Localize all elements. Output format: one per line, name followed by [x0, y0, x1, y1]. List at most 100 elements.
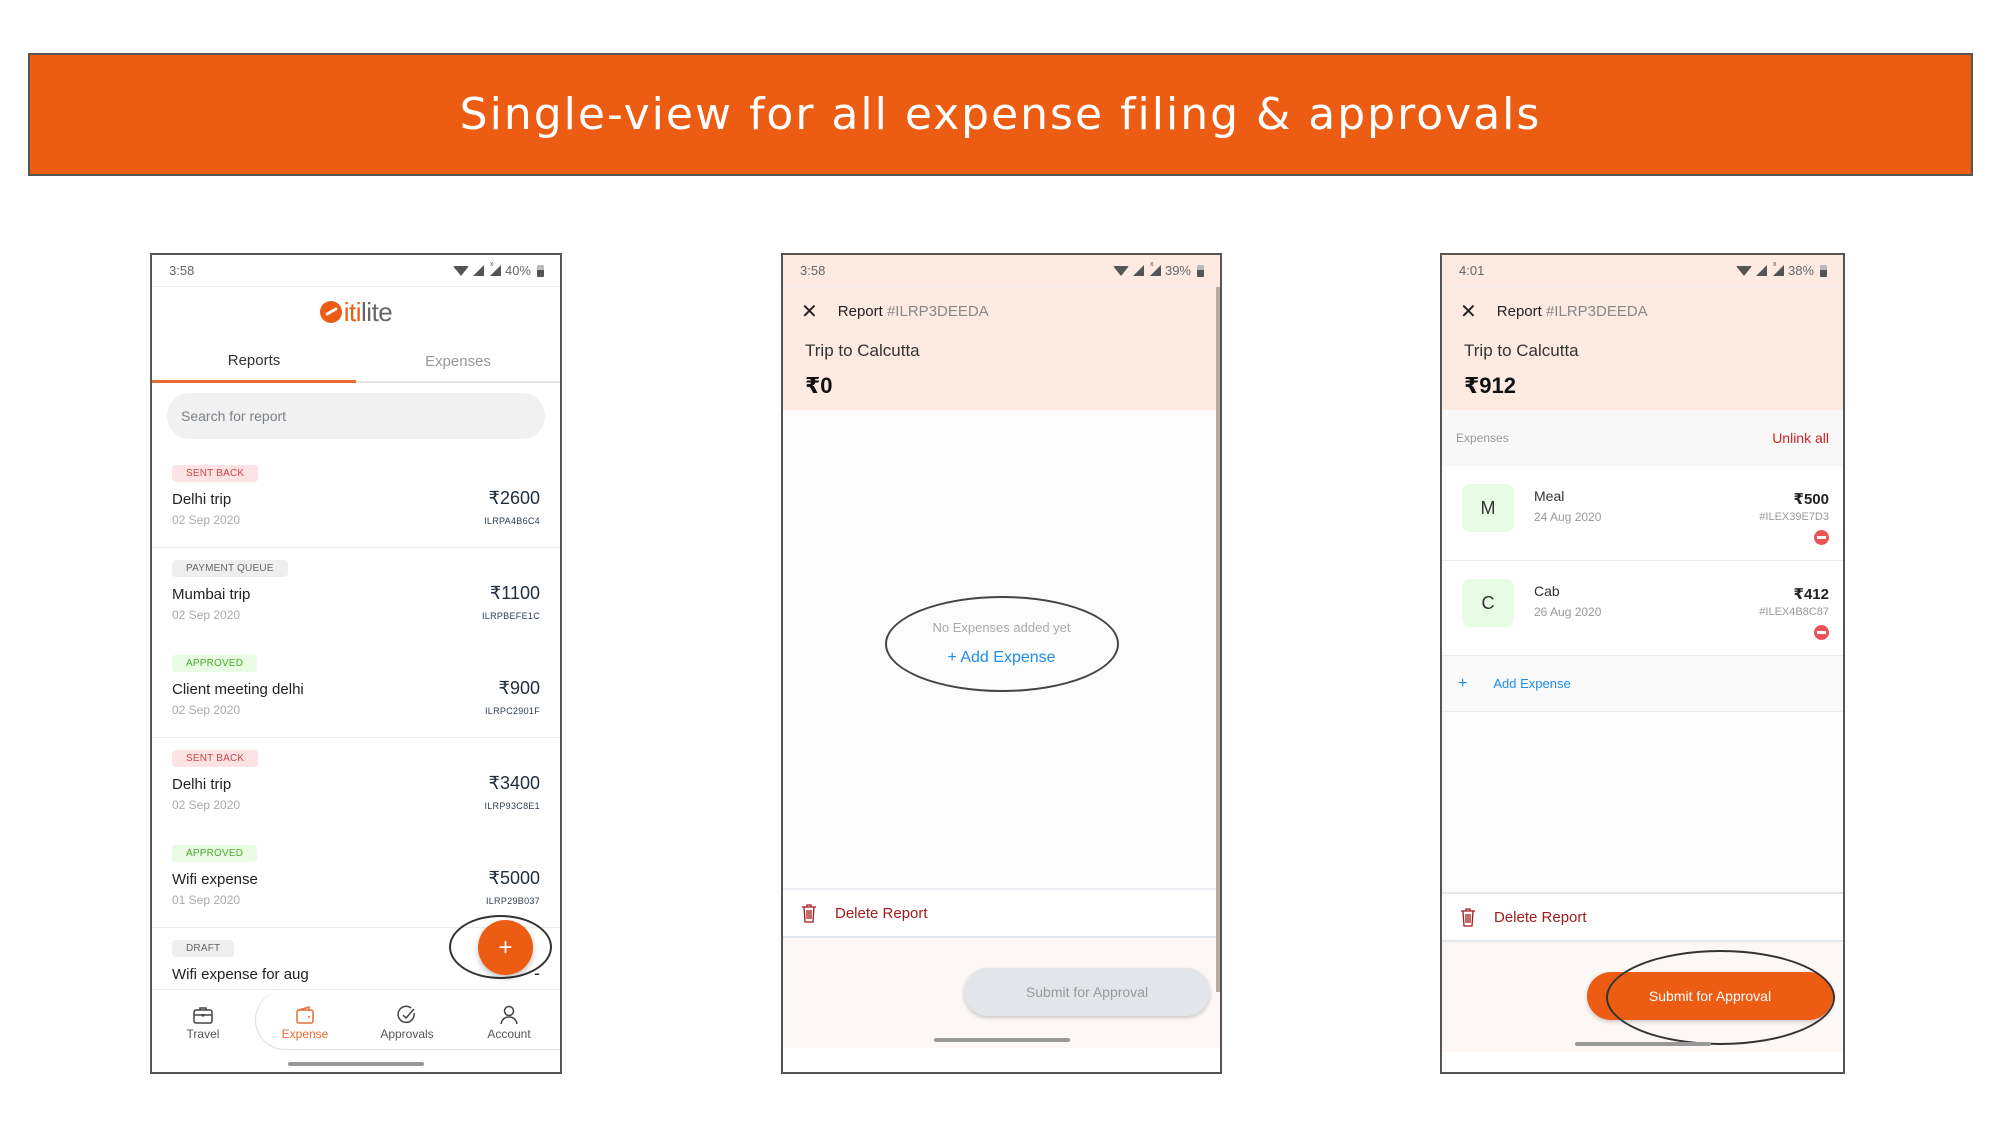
- report-title: Delhi trip: [172, 491, 232, 508]
- report-label: Report: [837, 302, 883, 320]
- wallet-icon: [296, 1005, 314, 1024]
- nav-account-label: Account: [487, 1027, 531, 1041]
- plane-logo-icon: [319, 301, 342, 323]
- status-time: 3:58: [800, 263, 826, 278]
- report-list-item[interactable]: SENT BACK Delhi trip ₹3400 02 Sep 2020 ILR…: [152, 738, 560, 833]
- logo-text-iti: iti: [343, 296, 362, 327]
- phone-empty-report: 3:58 39% ✕ Report #ILRP3DEEDA Trip to Ca…: [781, 253, 1222, 1074]
- expense-amount: ₹412: [1793, 586, 1829, 603]
- tab-expenses[interactable]: Expenses: [356, 341, 560, 381]
- nav-account[interactable]: Account: [458, 990, 560, 1056]
- report-date: 02 Sep 2020: [172, 798, 241, 812]
- search-bar: [167, 393, 545, 439]
- battery-percent: 39%: [1164, 263, 1191, 278]
- status-badge: APPROVED: [172, 655, 258, 672]
- report-header: 3:58 39% ✕ Report #ILRP3DEEDA Trip to Ca…: [783, 255, 1220, 410]
- home-indicator: [1574, 1042, 1711, 1046]
- nav-travel[interactable]: Travel: [152, 990, 254, 1056]
- expense-name: Meal: [1534, 488, 1565, 504]
- expenses-section-header: Expenses Unlink all: [1442, 410, 1843, 466]
- report-amount: ₹2600: [488, 488, 541, 508]
- expenses-empty-state: No Expenses added yet + Add Expense: [783, 410, 1220, 890]
- status-bar: 3:58 39%: [783, 255, 1220, 287]
- signal-icon: [472, 265, 484, 276]
- trash-icon: [1461, 908, 1475, 927]
- signal-no-data-icon: [489, 261, 501, 276]
- remove-expense-icon[interactable]: [1814, 530, 1829, 545]
- report-date: 02 Sep 2020: [172, 608, 241, 622]
- battery-icon: [1197, 264, 1204, 277]
- nav-approvals-label: Approvals: [380, 1027, 434, 1041]
- close-icon[interactable]: ✕: [1460, 299, 1477, 324]
- expense-list-item[interactable]: M Meal 24 Aug 2020 ₹500 #ILEX39E7D3: [1442, 466, 1843, 561]
- status-badge: PAYMENT QUEUE: [172, 560, 288, 577]
- report-date: 02 Sep 2020: [172, 513, 241, 527]
- report-amount: ₹1100: [489, 583, 540, 603]
- status-time: 4:01: [1459, 263, 1485, 278]
- report-header: 4:01 38% ✕ Report #ILRP3DEEDA Trip to Ca…: [1442, 255, 1843, 410]
- plus-icon: +: [1458, 674, 1468, 692]
- wifi-icon: [1112, 265, 1129, 276]
- home-indicator: [933, 1038, 1070, 1042]
- nav-expense[interactable]: Expense: [254, 990, 356, 1056]
- delete-report-button[interactable]: Delete Report: [1442, 894, 1843, 942]
- add-report-fab[interactable]: +: [478, 920, 533, 975]
- battery-percent: 40%: [504, 263, 531, 278]
- unlink-all-button[interactable]: Unlink all: [1772, 430, 1829, 446]
- report-id: ILRPC2901F: [484, 706, 540, 716]
- report-title: Mumbai trip: [172, 586, 251, 603]
- expenses-label: Expenses: [1456, 431, 1509, 445]
- title-banner: Single-view for all expense filing & app…: [28, 53, 1973, 176]
- status-badge: APPROVED: [172, 845, 258, 862]
- add-expense-link[interactable]: + Add Expense: [783, 649, 1220, 667]
- wifi-icon: [1735, 265, 1752, 276]
- check-circle-icon: [397, 1005, 415, 1024]
- signal-no-data-icon: [1772, 261, 1784, 276]
- report-list-item[interactable]: SENT BACK Delhi trip ₹2600 02 Sep 2020 ILR…: [152, 453, 560, 548]
- footer-actions: Submit for Approval: [1442, 942, 1843, 1052]
- add-expense-button[interactable]: + Add Expense: [1442, 656, 1843, 712]
- add-expense-label: Add Expense: [1493, 676, 1571, 691]
- tab-bar: Reports Expenses: [152, 341, 560, 383]
- report-id: ILRPA4B6C4: [484, 516, 540, 526]
- status-badge: SENT BACK: [172, 465, 259, 482]
- report-list-item[interactable]: PAYMENT QUEUE Mumbai trip ₹1100 02 Sep 20…: [152, 548, 560, 643]
- report-amount: ₹3400: [488, 773, 541, 793]
- expense-name: Cab: [1534, 583, 1560, 599]
- report-amount: ₹900: [498, 678, 540, 698]
- expense-date: 26 Aug 2020: [1534, 605, 1602, 619]
- status-bar: 3:58 40%: [152, 255, 560, 287]
- expense-date: 24 Aug 2020: [1534, 510, 1602, 524]
- submit-for-approval-button[interactable]: Submit for Approval: [964, 968, 1210, 1016]
- report-list-item[interactable]: APPROVED Client meeting delhi ₹900 02 Sep…: [152, 643, 560, 738]
- nav-approvals[interactable]: Approvals: [356, 990, 458, 1056]
- report-title: Client meeting delhi: [172, 681, 304, 698]
- report-date: 02 Sep 2020: [172, 703, 241, 717]
- remove-expense-icon[interactable]: [1814, 625, 1829, 640]
- report-title: Delhi trip: [172, 776, 232, 793]
- highlight-ellipse: [885, 596, 1119, 692]
- banner-title: Single-view for all expense filing & app…: [459, 89, 1542, 140]
- nav-expense-label: Expense: [281, 1027, 329, 1041]
- phone-reports-list: 3:58 40% itilite Reports Expenses SENT B…: [150, 253, 562, 1074]
- tab-reports[interactable]: Reports: [152, 341, 356, 383]
- report-id: ILRP29B037: [485, 896, 540, 906]
- battery-icon: [1820, 264, 1827, 277]
- report-list-item[interactable]: APPROVED Wifi expense ₹5000 01 Sep 2020 IL…: [152, 833, 560, 928]
- report-id: #ILRP3DEEDA: [1545, 302, 1648, 320]
- itilite-logo: itilite: [152, 287, 560, 337]
- search-report-input[interactable]: [181, 408, 531, 424]
- report-total: ₹912: [1464, 373, 1517, 398]
- trip-title: Trip to Calcutta: [1464, 341, 1579, 360]
- signal-no-data-icon: [1149, 261, 1161, 276]
- report-amount: ₹5000: [488, 868, 541, 888]
- delete-report-button[interactable]: Delete Report: [783, 890, 1220, 938]
- report-total: ₹0: [805, 373, 833, 398]
- footer-actions: Submit for Approval: [783, 938, 1220, 1048]
- home-indicator: [288, 1062, 424, 1066]
- expense-avatar: C: [1462, 579, 1514, 627]
- close-icon[interactable]: ✕: [801, 299, 818, 324]
- expense-list-item[interactable]: C Cab 26 Aug 2020 ₹412 #ILEX4B8C87: [1442, 561, 1843, 656]
- scrollbar[interactable]: [1216, 287, 1220, 992]
- content-spacer: [1442, 712, 1843, 894]
